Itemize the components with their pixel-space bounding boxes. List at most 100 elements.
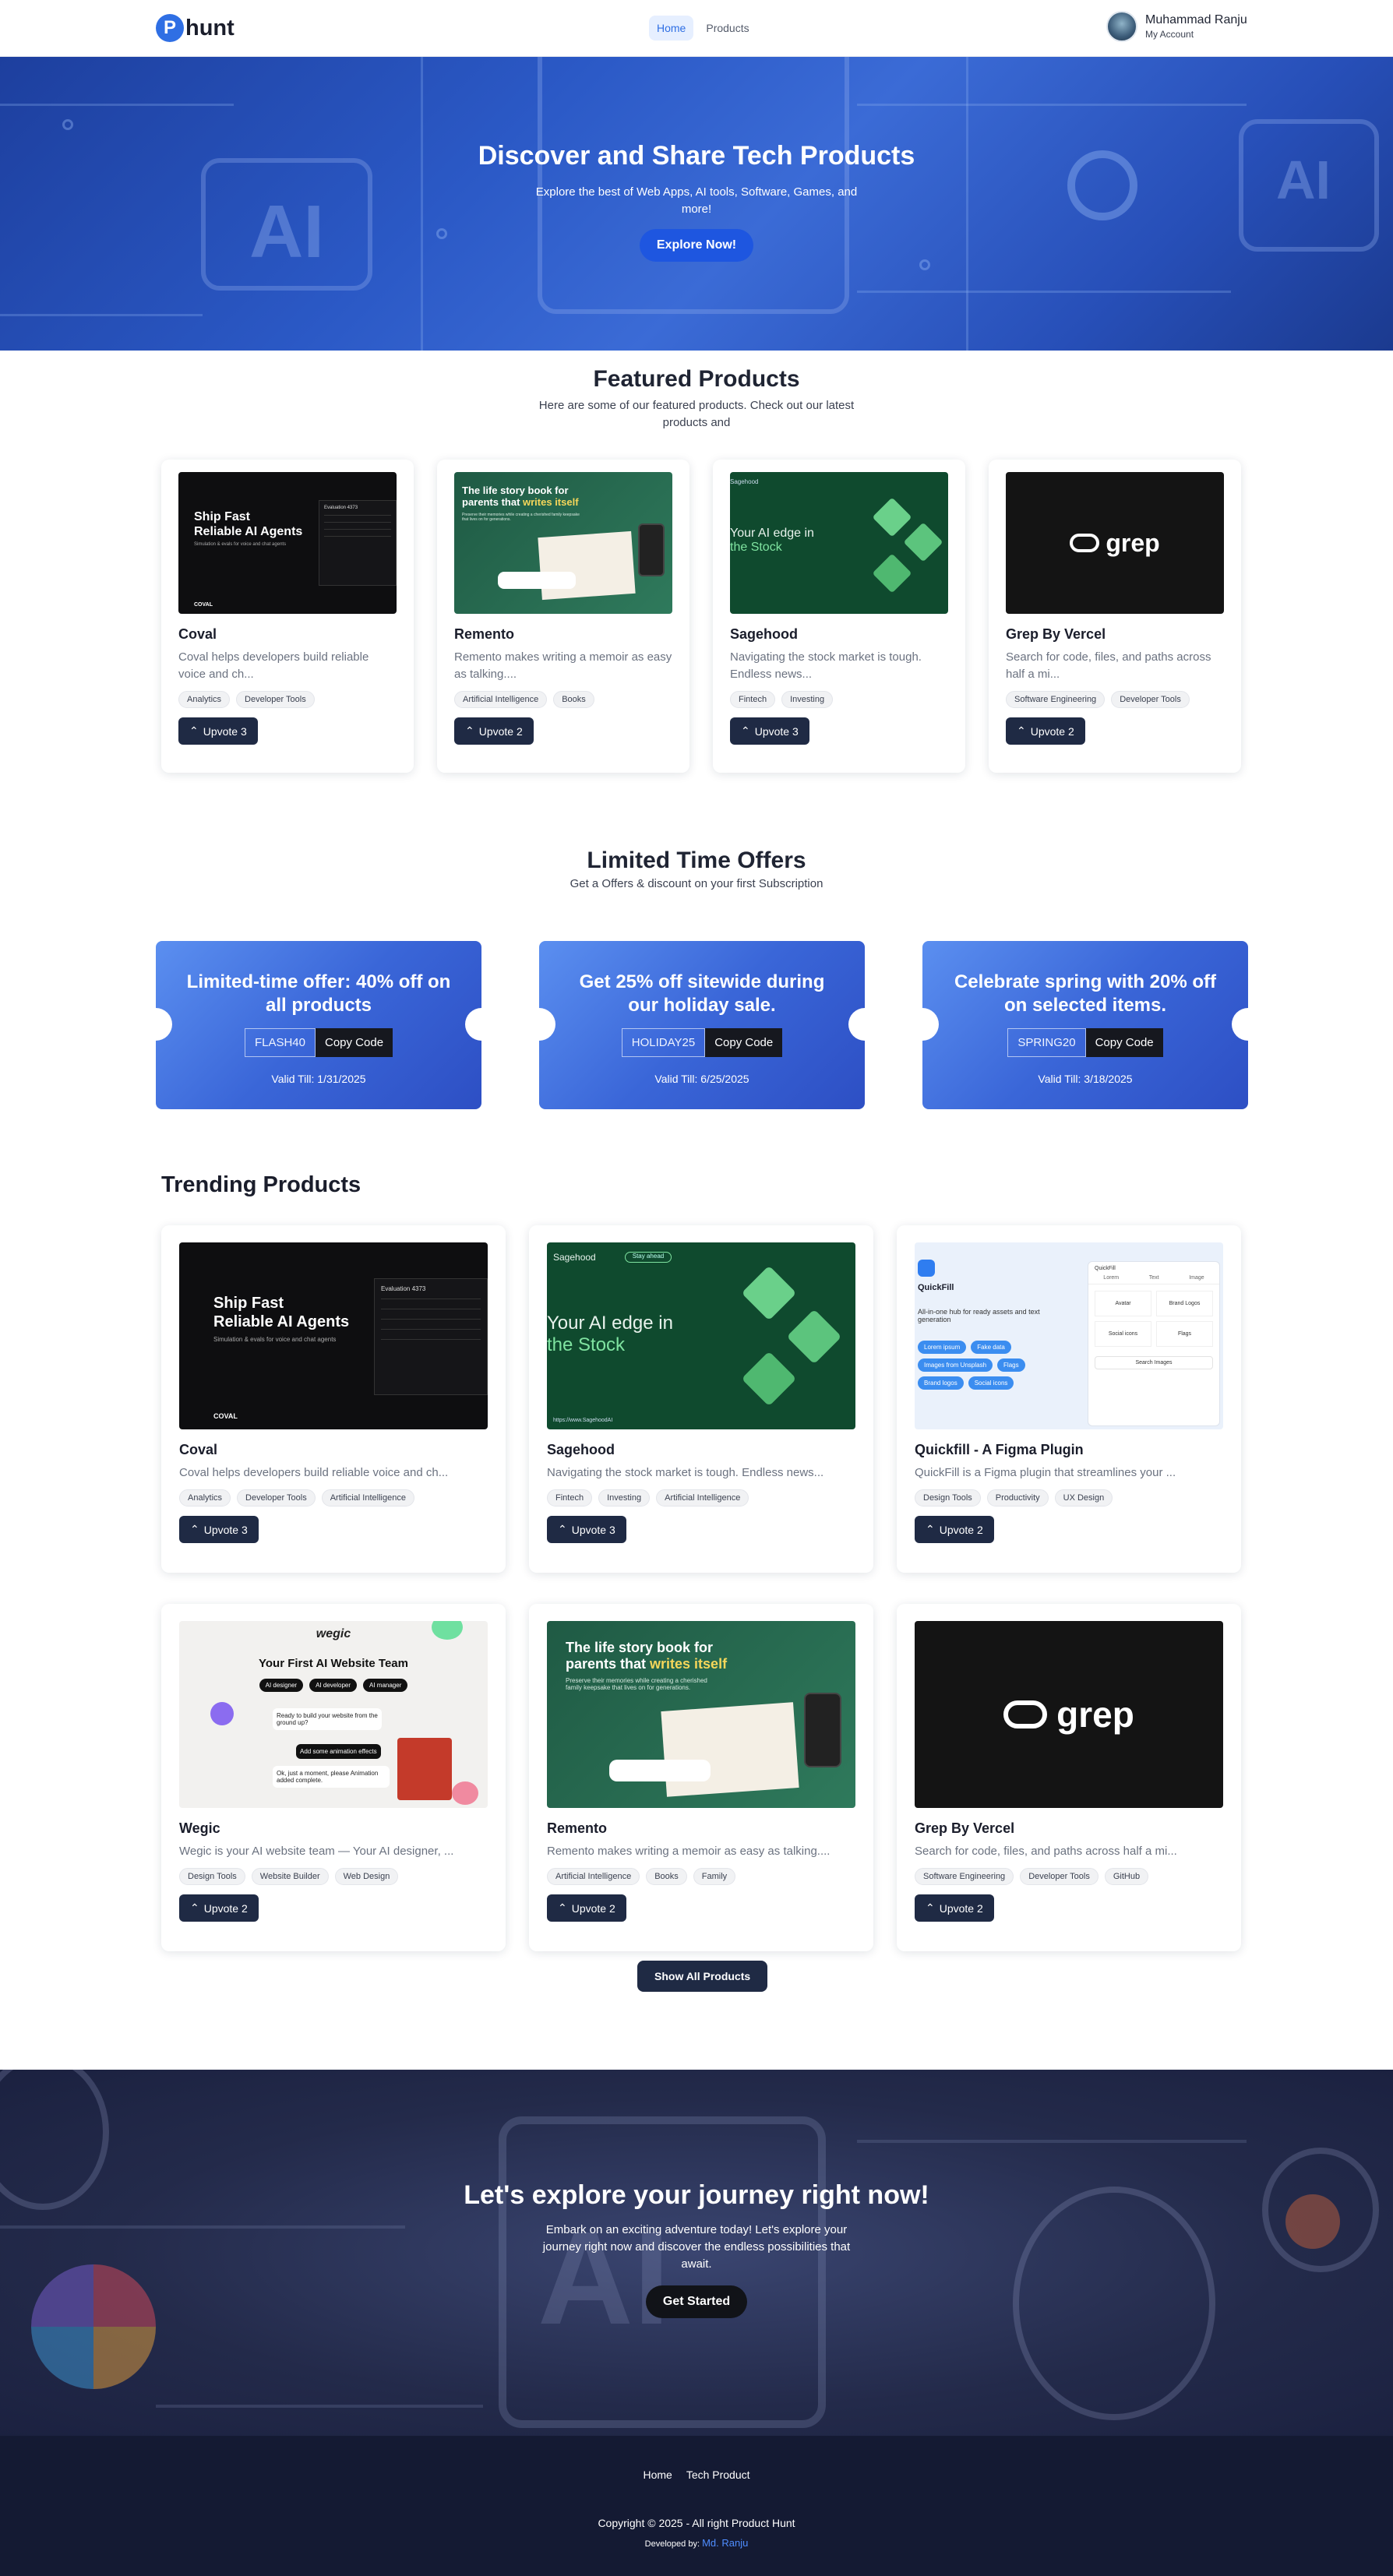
upvote-button[interactable]: ⌃ Upvote 3 xyxy=(730,717,809,745)
tag[interactable]: Books xyxy=(646,1868,687,1885)
product-name[interactable]: Remento xyxy=(547,1820,855,1837)
tag[interactable]: Family xyxy=(693,1868,736,1885)
circuit-line xyxy=(857,2140,1247,2143)
featured-title: Featured Products xyxy=(593,366,800,392)
tag[interactable]: GitHub xyxy=(1104,1868,1149,1885)
tag[interactable]: Developer Tools xyxy=(236,691,315,708)
chevron-up-icon: ⌃ xyxy=(190,1901,199,1914)
upvote-button[interactable]: ⌃ Upvote 2 xyxy=(547,1894,626,1922)
product-desc: Wegic is your AI website team — Your AI … xyxy=(179,1845,454,1858)
tag[interactable]: Web Design xyxy=(334,1868,399,1885)
product-name[interactable]: Remento xyxy=(454,626,672,643)
upvote-label: Upvote 3 xyxy=(571,1523,615,1536)
tag[interactable]: Artificial Intelligence xyxy=(454,691,548,708)
image-text: Sagehood xyxy=(553,1252,596,1263)
tag[interactable]: Books xyxy=(553,691,594,708)
upvote-button[interactable]: ⌃ Upvote 2 xyxy=(179,1894,259,1922)
tag-list: Fintech Investing xyxy=(730,691,948,708)
coupon-code: SPRING20 xyxy=(1007,1028,1086,1057)
footer-link-home[interactable]: Home xyxy=(643,2469,672,2481)
product-name[interactable]: Sagehood xyxy=(730,626,948,643)
product-image-remento: The life story book for parents that wri… xyxy=(454,472,672,614)
tag[interactable]: Fintech xyxy=(547,1489,593,1506)
upvote-button[interactable]: ⌃ Upvote 2 xyxy=(915,1894,994,1922)
upvote-button[interactable]: ⌃ Upvote 2 xyxy=(454,717,534,745)
image-pill: AI manager xyxy=(363,1679,408,1692)
image-text: All-in-one hub for ready assets and text… xyxy=(918,1308,1040,1323)
get-started-button[interactable]: Get Started xyxy=(645,2285,748,2318)
upvote-label: Upvote 2 xyxy=(203,1901,248,1915)
tag[interactable]: Software Engineering xyxy=(1006,691,1106,708)
logo-text: hunt xyxy=(185,15,235,41)
tag[interactable]: Design Tools xyxy=(179,1868,245,1885)
diamond-shape xyxy=(786,1309,842,1365)
product-name[interactable]: Wegic xyxy=(179,1820,488,1837)
featured-card[interactable]: grep Grep By Vercel Search for code, fil… xyxy=(989,460,1241,773)
image-panel: Evaluation 4373 xyxy=(374,1278,488,1395)
product-name[interactable]: Grep By Vercel xyxy=(915,1820,1223,1837)
featured-card[interactable]: The life story book for parents that wri… xyxy=(437,460,689,773)
tag[interactable]: Developer Tools xyxy=(1111,691,1190,708)
tag[interactable]: Design Tools xyxy=(915,1489,981,1506)
copy-code-button[interactable]: Copy Code xyxy=(1085,1028,1163,1057)
product-name[interactable]: Quickfill - A Figma Plugin xyxy=(915,1442,1223,1458)
tag[interactable]: Analytics xyxy=(178,691,231,708)
tag[interactable]: Productivity xyxy=(986,1489,1049,1506)
footer-link-tech-product[interactable]: Tech Product xyxy=(686,2469,750,2481)
tag[interactable]: Software Engineering xyxy=(915,1868,1014,1885)
circuit-line xyxy=(857,104,1247,106)
upvote-button[interactable]: ⌃ Upvote 3 xyxy=(179,1516,259,1543)
upvote-button[interactable]: ⌃ Upvote 3 xyxy=(547,1516,626,1543)
image-text: Ship Fast xyxy=(213,1295,284,1312)
trending-card[interactable]: QuickFill All-in-one hub for ready asset… xyxy=(897,1225,1241,1573)
tag[interactable]: Website Builder xyxy=(251,1868,329,1885)
copy-code-button[interactable]: Copy Code xyxy=(705,1028,783,1057)
tag[interactable]: Artificial Intelligence xyxy=(321,1489,414,1506)
tag[interactable]: Artificial Intelligence xyxy=(547,1868,640,1885)
tag[interactable]: UX Design xyxy=(1054,1489,1113,1506)
cta-banner: AI Let's explore your journey right now!… xyxy=(0,2070,1393,2436)
site-logo[interactable]: P hunt xyxy=(156,14,235,42)
trending-card[interactable]: The life story book for parents that wri… xyxy=(529,1604,873,1951)
trending-card[interactable]: Sagehood Stay ahead Your AI edge in the … xyxy=(529,1225,873,1573)
hero-banner: AI AI Discover and Share Tech Products E… xyxy=(0,57,1393,351)
explore-now-button[interactable]: Explore Now! xyxy=(639,229,754,262)
nav-link-products[interactable]: Products xyxy=(698,16,756,41)
hero-title: Discover and Share Tech Products xyxy=(478,141,915,171)
trending-card[interactable]: Ship Fast Reliable AI Agents Simulation … xyxy=(161,1225,506,1573)
trending-card[interactable]: wegic Your First AI Website Team AI desi… xyxy=(161,1604,506,1951)
copy-code-button[interactable]: Copy Code xyxy=(316,1028,393,1057)
tag[interactable]: Investing xyxy=(781,691,834,708)
cta-title: Let's explore your journey right now! xyxy=(464,2180,929,2210)
tag-list: Software Engineering Developer Tools xyxy=(1006,691,1224,708)
nav-link-home[interactable]: Home xyxy=(649,16,694,41)
account-menu[interactable]: Muhammad Ranju My Account xyxy=(1106,11,1247,42)
avatar[interactable] xyxy=(1106,11,1137,42)
tag[interactable]: Developer Tools xyxy=(1020,1868,1099,1885)
image-text: Your AI edge in xyxy=(730,527,814,540)
product-name[interactable]: Sagehood xyxy=(547,1442,855,1458)
upvote-button[interactable]: ⌃ Upvote 2 xyxy=(1006,717,1085,745)
developer-label: Developed by: xyxy=(644,2539,703,2549)
trending-card[interactable]: grep Grep By Vercel Search for code, fil… xyxy=(897,1604,1241,1951)
grep-logo-icon xyxy=(1003,1700,1048,1728)
show-all-products-button[interactable]: Show All Products xyxy=(637,1961,768,1992)
chevron-up-icon: ⌃ xyxy=(465,724,474,737)
product-image-coval: Ship Fast Reliable AI Agents Simulation … xyxy=(178,472,397,614)
product-name[interactable]: Coval xyxy=(179,1442,488,1458)
upvote-button[interactable]: ⌃ Upvote 3 xyxy=(178,717,258,745)
tag[interactable]: Artificial Intelligence xyxy=(656,1489,749,1506)
developer-link[interactable]: Md. Ranju xyxy=(702,2537,748,2549)
tag[interactable]: Analytics xyxy=(179,1489,231,1506)
tag[interactable]: Developer Tools xyxy=(237,1489,316,1506)
upvote-button[interactable]: ⌃ Upvote 2 xyxy=(915,1516,994,1543)
product-name[interactable]: Coval xyxy=(178,626,397,643)
tag[interactable]: Investing xyxy=(598,1489,651,1506)
coupon-code: HOLIDAY25 xyxy=(621,1028,706,1057)
product-name[interactable]: Grep By Vercel xyxy=(1006,626,1224,643)
tag[interactable]: Fintech xyxy=(730,691,776,708)
product-image-grep: grep xyxy=(915,1621,1223,1808)
featured-card[interactable]: Ship Fast Reliable AI Agents Simulation … xyxy=(161,460,414,773)
cta-subtitle: Embark on an exciting adventure today! L… xyxy=(542,2223,851,2271)
featured-card[interactable]: Sagehood Your AI edge in the Stock Sageh… xyxy=(713,460,965,773)
